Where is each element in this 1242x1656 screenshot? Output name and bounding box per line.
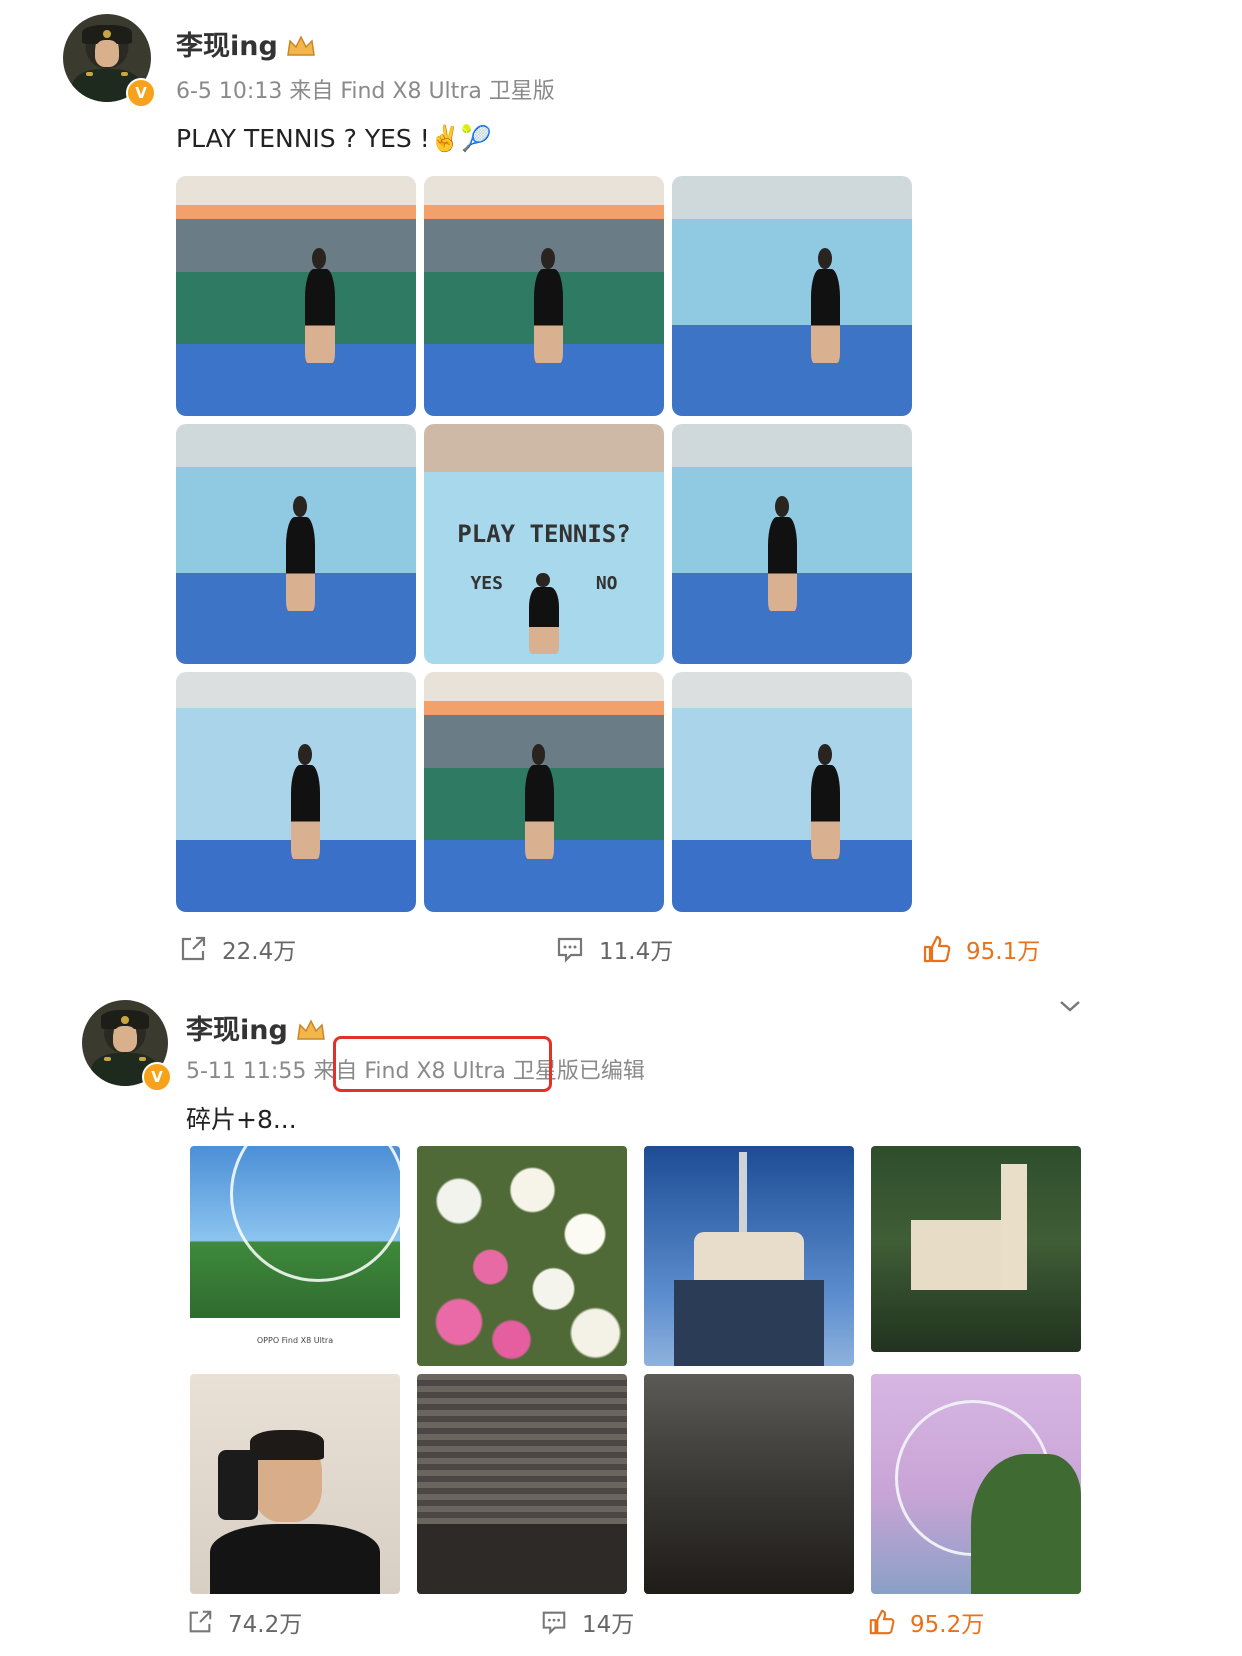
thumbs-up-icon xyxy=(923,935,951,963)
share-count: 74.2万 xyxy=(228,1612,303,1638)
comment-count: 11.4万 xyxy=(599,939,674,965)
author-name[interactable]: 李现ing xyxy=(186,1008,326,1047)
post-meta: 6-5 10:13 来自 Find X8 Ultra 卫星版 xyxy=(176,79,555,104)
photo-8[interactable] xyxy=(871,1374,1081,1594)
share-button[interactable]: 22.4万 xyxy=(178,932,296,966)
photo-1[interactable]: OPPO Find X8 Ultra xyxy=(190,1146,400,1366)
device-highlight-box xyxy=(333,1036,552,1092)
verified-badge-icon: V xyxy=(142,1062,172,1092)
verified-badge-icon: V xyxy=(126,78,156,108)
comment-icon xyxy=(557,937,583,963)
comment-icon xyxy=(542,1611,566,1635)
photo-7[interactable] xyxy=(176,672,416,912)
photo-5[interactable] xyxy=(190,1374,400,1594)
photo-2[interactable] xyxy=(417,1146,627,1366)
photo-4[interactable] xyxy=(871,1146,1081,1352)
like-button[interactable]: 95.2万 xyxy=(868,1605,984,1639)
photo-4[interactable] xyxy=(176,424,416,664)
photo-1[interactable] xyxy=(176,176,416,416)
share-button[interactable]: 74.2万 xyxy=(186,1605,302,1639)
wall-no: NO xyxy=(595,572,618,594)
post-text: 碎片+8... xyxy=(186,1105,297,1134)
author-name[interactable]: 李现ing xyxy=(176,24,316,63)
crown-icon xyxy=(286,35,315,56)
photo-6[interactable] xyxy=(672,424,912,664)
wall-text: PLAY TENNIS? xyxy=(457,520,631,548)
chevron-down-icon[interactable] xyxy=(1058,998,1082,1014)
author-name-text[interactable]: 李现ing xyxy=(176,31,278,62)
crown-icon xyxy=(296,1019,325,1040)
photo-3[interactable] xyxy=(644,1146,854,1366)
photo-grid: OPPO Find X8 Ultra xyxy=(190,1146,1081,1594)
comment-button[interactable]: 14万 xyxy=(540,1605,634,1639)
photo-3[interactable] xyxy=(672,176,912,416)
photo-9[interactable] xyxy=(672,672,912,912)
photo-2[interactable] xyxy=(424,176,664,416)
thumbs-up-icon xyxy=(869,1609,895,1635)
author-name-text[interactable]: 李现ing xyxy=(186,1015,288,1046)
photo-7[interactable] xyxy=(644,1374,854,1594)
like-count: 95.1万 xyxy=(966,939,1041,965)
like-count: 95.2万 xyxy=(910,1612,985,1638)
share-count: 22.4万 xyxy=(222,939,297,965)
wall-yes: YES xyxy=(470,572,503,594)
photo-8[interactable] xyxy=(424,672,664,912)
comment-button[interactable]: 11.4万 xyxy=(555,932,673,966)
comment-count: 14万 xyxy=(582,1612,635,1638)
share-icon xyxy=(181,936,206,961)
post-text: PLAY TENNIS ? YES !✌️🎾 xyxy=(176,124,492,153)
photo-5[interactable]: PLAY TENNIS? YES NO xyxy=(424,424,664,664)
photo-caption: OPPO Find X8 Ultra xyxy=(256,1336,334,1345)
post-date: 5-11 11:55 xyxy=(186,1059,307,1084)
share-icon xyxy=(189,1610,212,1633)
photo-grid: PLAY TENNIS? YES NO xyxy=(176,176,912,912)
post-edited: 已编辑 xyxy=(578,1059,645,1084)
photo-6[interactable] xyxy=(417,1374,627,1594)
like-button[interactable]: 95.1万 xyxy=(922,932,1040,966)
